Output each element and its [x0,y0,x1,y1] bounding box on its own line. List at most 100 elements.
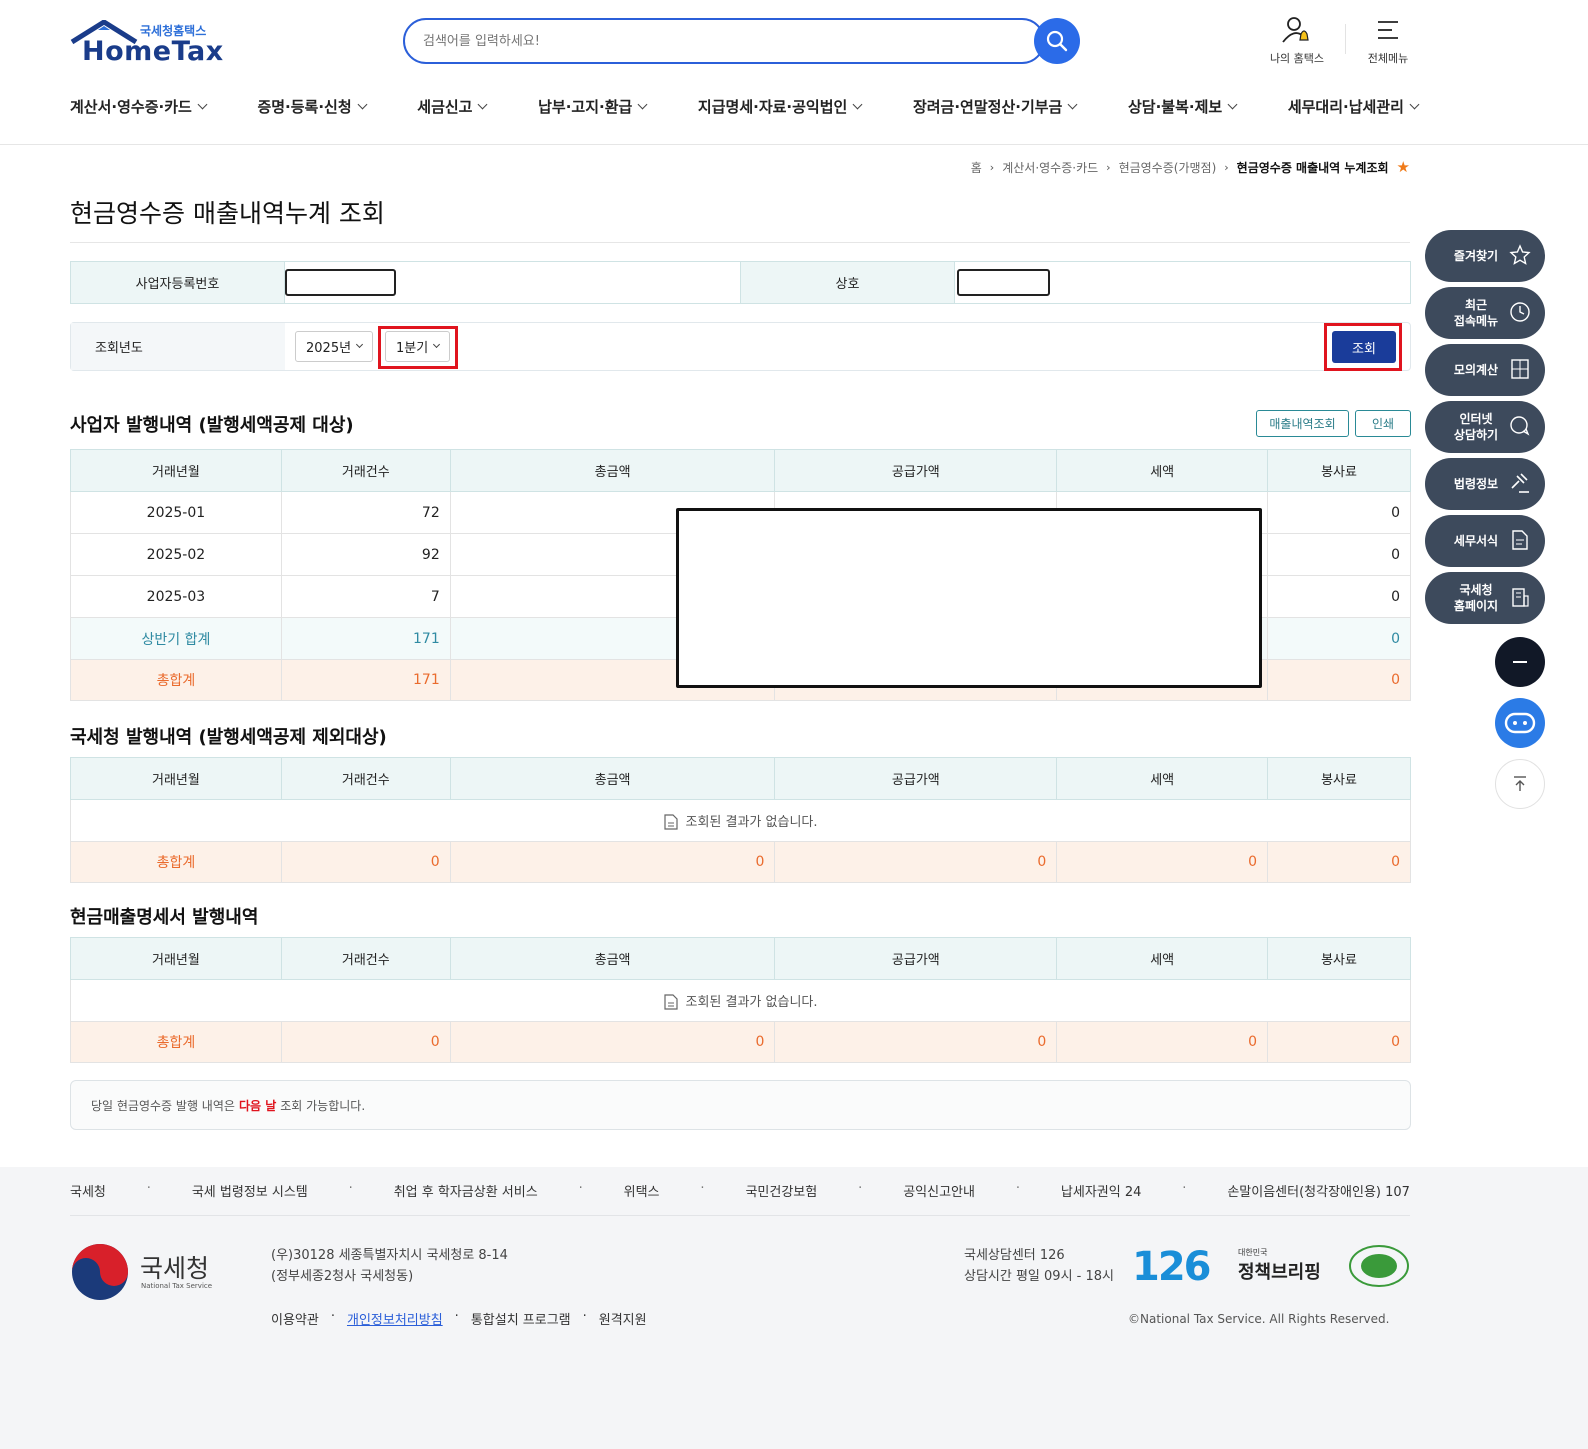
gnb-item-tax-filing[interactable]: 세금신고 [417,96,488,117]
fee-cell: 0 [1267,533,1411,576]
search-icon [1046,30,1068,52]
logo-title: HomeTax [82,36,224,67]
arrow-up-icon [1514,776,1526,791]
gnb-label: 지급명세·자료·공익법인 [697,98,848,116]
chatbot-button[interactable] [1495,698,1545,748]
notice-box: 당일 현금영수증 발행 내역은 다음 날 조회 가능합니다. [70,1080,1411,1130]
redacted-biz-no [285,269,396,296]
quick-label: 최근 [1464,298,1488,312]
notice-text: 당일 현금영수증 발행 내역은 [91,1098,235,1113]
redacted-company [957,269,1050,296]
quick-label: 즐겨찾기 [1453,249,1499,263]
gnb-label: 세무대리·납세관리 [1287,98,1404,116]
quick-legal-info[interactable]: 법령정보 [1425,458,1545,510]
breadcrumb-item[interactable]: 계산서·영수증·카드 [1002,159,1098,176]
sales-history-button[interactable]: 매출내역조회 [1256,410,1349,437]
cash-sales-statement-table: 거래년월 거래건수 총금액 공급가액 세액 봉사료 조회된 결과가 없습니다. … [70,937,1411,1063]
footer-link[interactable]: 손말이음센터(청각장애인용) 107 [1227,1181,1410,1200]
total-supply: 0 [774,1021,1058,1063]
search-bar[interactable] [403,18,1045,64]
empty-text: 조회된 결과가 없습니다. [685,994,818,1010]
gnb-label: 계산서·영수증·카드 [70,98,192,116]
separator-dot: · [348,1181,353,1196]
gnb-item-certificates[interactable]: 증명·등록·신청 [257,96,368,117]
hometax-logo[interactable]: 국세청홈택스 HomeTax [70,20,230,70]
footer-links: 국세청 · 국세 법령정보 시스템 · 취업 후 학자금상환 서비스 · 위택스 · 국… [70,1181,1410,1200]
column-header: 세액 [1056,449,1269,492]
subtotal-label: 상반기 합계 [70,617,282,660]
gnb-item-statements[interactable]: 지급명세·자료·공익법인 [697,96,863,117]
gnb-item-receipts[interactable]: 계산서·영수증·카드 [70,96,208,117]
column-header: 거래건수 [280,757,451,800]
policy-briefing-logo[interactable]: 대한민국 정책브리핑 [1238,1247,1321,1284]
breadcrumb-home[interactable]: 홈 [971,159,982,176]
footer-link[interactable]: 납세자권익 24 [1061,1181,1141,1200]
quick-internet-consult[interactable]: 인터넷 상담하기 [1425,401,1545,453]
footer-link[interactable]: 국세청 [70,1181,106,1200]
search-button[interactable] [1034,18,1080,64]
column-header: 총금액 [449,937,776,980]
quick-nts-homepage[interactable]: 국세청 홈페이지 [1425,572,1545,624]
total-tax: 0 [1056,841,1269,883]
gnb-item-payment[interactable]: 납부·고지·환급 [538,96,648,117]
remote-support-link[interactable]: 원격지원 [599,1309,647,1328]
quick-favorites[interactable]: 즐겨찾기 [1425,230,1545,282]
gnb-item-incentives[interactable]: 장려금·연말정산·기부금 [913,96,1078,117]
footer-link[interactable]: 국민건강보험 [745,1181,817,1200]
collapse-quick-menu-button[interactable] [1495,637,1545,687]
footer-link[interactable]: 위택스 [624,1181,660,1200]
my-hometax-link[interactable]: 나의 홈택스 [1257,16,1337,66]
copyright: ©National Tax Service. All Rights Reserv… [1128,1312,1390,1326]
all-menu-button[interactable]: 전체메뉴 [1348,16,1428,66]
total-amount: 0 [449,841,776,883]
month-cell: 2025-03 [70,575,282,618]
total-count: 171 [280,659,451,701]
month-cell: 2025-01 [70,491,282,534]
column-header: 세액 [1056,757,1269,800]
footer-link[interactable]: 공익신고안내 [903,1181,975,1200]
separator-dot: · [578,1181,583,1196]
total-amount: 0 [449,1021,776,1063]
print-button[interactable]: 인쇄 [1355,410,1411,437]
footer: 국세청 · 국세 법령정보 시스템 · 취업 후 학자금상환 서비스 · 위택스 · 국… [0,1167,1588,1449]
chevron-down-icon [1409,99,1420,110]
count-cell: 92 [280,533,451,576]
count-cell: 7 [280,575,451,618]
year-select[interactable]: 2025년 [295,331,374,362]
privacy-link[interactable]: 개인정보처리방침 [347,1309,443,1328]
total-count: 0 [280,1021,451,1063]
page-title: 현금영수증 매출내역누계 조회 [70,199,385,228]
chat-icon [1510,416,1530,436]
empty-row: 조회된 결과가 없습니다. [70,799,1411,842]
my-hometax-label: 나의 홈택스 [1269,52,1325,65]
terms-link[interactable]: 이용약관 [271,1309,319,1328]
consult-center-info: 국세상담센터 126 상담시간 평일 09시 - 18시 [964,1245,1114,1287]
footer-link[interactable]: 국세 법령정보 시스템 [192,1181,308,1200]
month-cell: 2025-02 [70,533,282,576]
address: (우)30128 세종특별자치시 국세청로 8-14 (정부세종2청사 국세청동… [271,1245,508,1287]
install-program-link[interactable]: 통합설치 프로그램 [471,1309,571,1328]
minus-icon [1513,661,1527,663]
search-input[interactable] [405,20,1005,62]
quick-tax-forms[interactable]: 세무서식 [1425,515,1545,567]
biz-no-value [285,262,741,303]
scroll-top-button[interactable] [1495,759,1545,809]
table-header-row: 거래년월 거래건수 총금액 공급가액 세액 봉사료 [70,757,1411,800]
favorite-star-icon[interactable]: ★ [1397,158,1410,176]
footer-link[interactable]: 취업 후 학자금상환 서비스 [394,1181,538,1200]
notice-highlight: 다음 날 [238,1098,277,1113]
column-header: 거래년월 [70,937,282,980]
quick-recent-menu[interactable]: 최근 접속메뉴 [1425,287,1545,339]
gnb-item-agents[interactable]: 세무대리·납세관리 [1287,96,1420,117]
fee-cell: 0 [1267,575,1411,618]
column-header: 세액 [1056,937,1269,980]
divider [70,1215,1410,1216]
gnb-item-consulting[interactable]: 상담·불복·제보 [1128,96,1238,117]
separator-dot: · [858,1181,863,1196]
quick-simulation[interactable]: 모의계산 [1425,344,1545,396]
126-badge[interactable]: 126 [1132,1244,1211,1290]
total-fee: 0 [1267,659,1411,701]
chevron-down-icon [1067,99,1078,110]
quick-label: 법령정보 [1453,477,1499,491]
breadcrumb-item[interactable]: 현금영수증(가맹점) [1119,159,1217,176]
